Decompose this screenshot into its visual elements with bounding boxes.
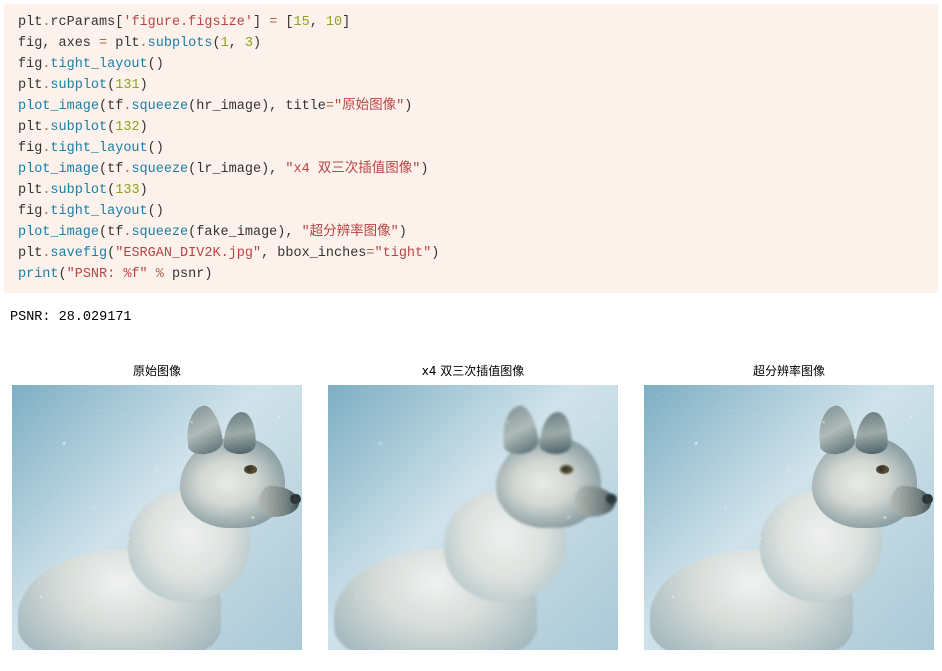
subplot-3-title: 超分辨率图像 [753, 362, 825, 379]
subplot-2-image [328, 385, 618, 650]
subplot-2-title: x4 双三次插值图像 [422, 362, 525, 379]
psnr-output: PSNR: 28.029171 [10, 310, 132, 325]
figure-output: 原始图像 x4 双三次插值图像 [0, 362, 942, 650]
fox-illustration [12, 385, 302, 650]
subplot-3: 超分辨率图像 [644, 362, 934, 650]
subplot-1: 原始图像 [12, 362, 302, 650]
subplot-2: x4 双三次插值图像 [328, 362, 618, 650]
subplot-3-image [644, 385, 934, 650]
code-cell: plt.rcParams['figure.figsize'] = [15, 10… [4, 4, 938, 293]
fox-illustration [328, 385, 618, 650]
subplot-1-title: 原始图像 [133, 362, 181, 379]
fox-illustration [644, 385, 934, 650]
stdout-output: PSNR: 28.029171 [0, 301, 942, 334]
subplot-1-image [12, 385, 302, 650]
